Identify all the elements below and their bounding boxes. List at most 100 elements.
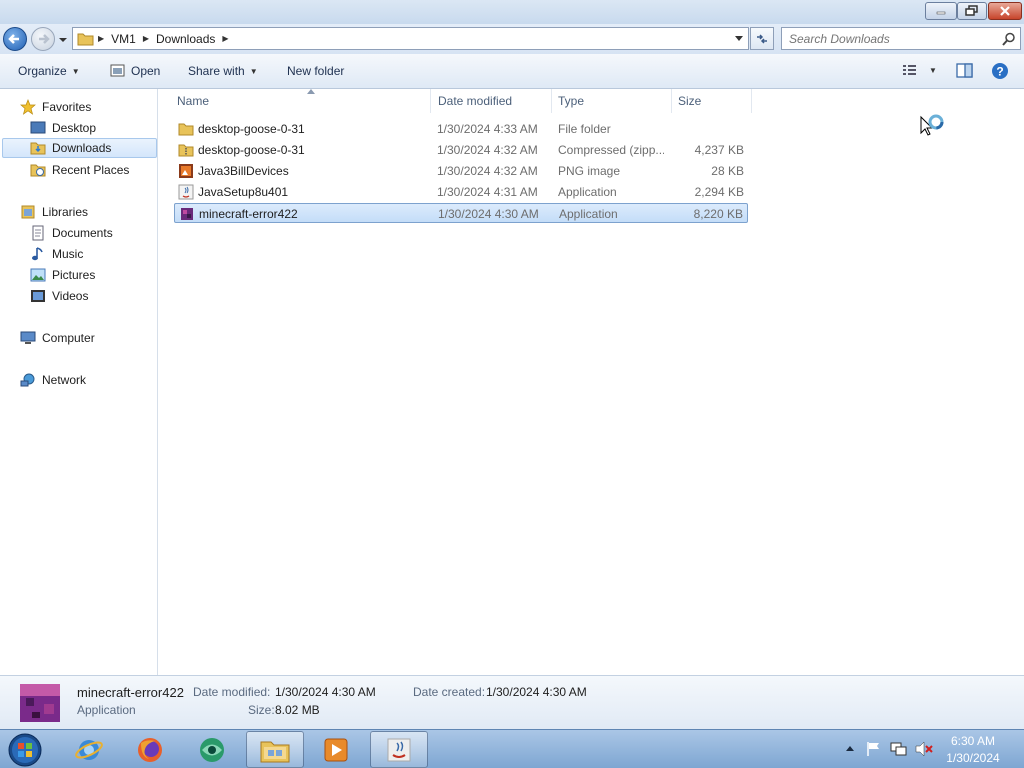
column-header-date-modified[interactable]: Date modified: [432, 89, 552, 113]
file-type: Application: [558, 185, 617, 199]
file-size: 8,220 KB: [693, 207, 743, 221]
breadcrumb-downloads[interactable]: Downloads: [152, 32, 219, 46]
address-bar[interactable]: ▶ VM1 ▶ Downloads ▶: [72, 27, 749, 50]
breadcrumb-separator[interactable]: ▶: [219, 34, 231, 43]
column-header-label: Size: [678, 94, 702, 108]
media-player-icon: [324, 738, 348, 761]
breadcrumb-vm1[interactable]: VM1: [107, 32, 140, 46]
zip-folder-icon: [178, 144, 194, 157]
new-folder-button[interactable]: New folder: [287, 64, 344, 78]
command-bar: Organize ▼ Open Share with ▼ New folder ▼ …: [0, 54, 1024, 89]
nav-label: Videos: [52, 289, 89, 303]
taskbar-media-player[interactable]: [307, 731, 365, 768]
file-date: 1/30/2024 4:30 AM: [438, 207, 539, 221]
nav-pictures[interactable]: Pictures: [30, 265, 95, 285]
taskbar-firefox[interactable]: [121, 731, 179, 768]
nav-libraries[interactable]: Libraries: [20, 202, 88, 222]
file-row[interactable]: Java3BillDevices 1/30/2024 4:32 AM PNG i…: [174, 161, 748, 181]
nav-favorites[interactable]: Favorites: [20, 97, 91, 117]
file-row[interactable]: desktop-goose-0-31 1/30/2024 4:32 AM Com…: [174, 140, 748, 160]
nav-recent-places[interactable]: Recent Places: [30, 160, 129, 180]
file-name: Java3BillDevices: [198, 164, 289, 178]
taskbar-internet-explorer[interactable]: [60, 731, 118, 768]
image-icon: [179, 164, 193, 178]
minecraft-large-icon: [20, 684, 60, 722]
nav-videos[interactable]: Videos: [30, 286, 88, 306]
open-button[interactable]: Open: [110, 64, 160, 78]
sort-ascending-icon: [307, 89, 315, 94]
file-date: 1/30/2024 4:33 AM: [437, 122, 538, 136]
network-tray-icon[interactable]: [890, 741, 908, 757]
desktop-icon: [30, 121, 46, 134]
file-type: Compressed (zipp...: [558, 143, 664, 157]
recent-pages-chevron-down-icon[interactable]: [58, 35, 68, 45]
file-date: 1/30/2024 4:32 AM: [437, 164, 538, 178]
file-name: minecraft-error422: [199, 207, 298, 221]
breadcrumb-separator[interactable]: ▶: [95, 34, 107, 43]
taskbar-app[interactable]: [183, 731, 241, 768]
details-date-modified: 1/30/2024 4:30 AM: [275, 685, 376, 699]
preview-pane-icon: [956, 63, 973, 78]
share-with-button[interactable]: Share with ▼: [188, 64, 258, 78]
folder-icon: [178, 123, 194, 136]
nav-label: Network: [42, 373, 87, 387]
taskbar: 6:30 AM 1/30/2024: [0, 729, 1024, 768]
organize-button[interactable]: Organize ▼: [18, 64, 80, 78]
column-header-name[interactable]: Name: [171, 89, 431, 113]
help-button[interactable]: ?: [991, 62, 1009, 80]
file-date: 1/30/2024 4:32 AM: [437, 143, 538, 157]
nav-documents[interactable]: Documents: [30, 223, 113, 243]
chevron-down-icon: ▼: [929, 65, 937, 75]
details-size-label: Size:: [248, 703, 275, 717]
clock-time[interactable]: 6:30 AM: [936, 734, 1010, 748]
taskbar-java-setup[interactable]: [370, 731, 428, 768]
nav-desktop[interactable]: Desktop: [30, 118, 96, 138]
back-button[interactable]: [3, 27, 27, 51]
nav-label: Pictures: [52, 268, 96, 282]
java-icon: [387, 738, 411, 761]
file-row[interactable]: JavaSetup8u401 1/30/2024 4:31 AM Applica…: [174, 182, 748, 202]
volume-muted-icon[interactable]: [914, 741, 934, 757]
nav-computer[interactable]: Computer: [20, 328, 95, 348]
address-chevron-down-icon[interactable]: [734, 35, 744, 43]
preview-pane-button[interactable]: [956, 63, 973, 78]
file-name: desktop-goose-0-31: [198, 122, 305, 136]
start-button[interactable]: [6, 732, 44, 767]
restore-button[interactable]: [957, 2, 987, 20]
file-row-selected[interactable]: minecraft-error422 1/30/2024 4:30 AM App…: [174, 203, 748, 223]
forward-button[interactable]: [31, 27, 55, 51]
nav-label: Documents: [52, 226, 113, 240]
close-button[interactable]: [988, 2, 1022, 20]
action-center-flag-icon[interactable]: [865, 741, 883, 757]
file-size: 28 KB: [711, 164, 744, 178]
nav-downloads[interactable]: Downloads: [2, 138, 157, 158]
new-folder-label: New folder: [287, 64, 345, 78]
open-icon: [110, 64, 125, 77]
videos-icon: [31, 290, 45, 302]
organize-label: Organize: [18, 64, 67, 78]
nav-label: Favorites: [42, 100, 92, 114]
change-view-button[interactable]: ▼: [902, 63, 937, 77]
close-icon: [1000, 6, 1010, 16]
column-header-size[interactable]: Size: [672, 89, 752, 113]
restore-icon: [965, 5, 978, 16]
search-input[interactable]: [782, 28, 992, 49]
column-header-label: Name: [177, 94, 210, 108]
minimize-button[interactable]: [925, 2, 957, 20]
clock-date[interactable]: 1/30/2024: [936, 751, 1010, 765]
taskbar-windows-explorer[interactable]: [246, 731, 304, 768]
nav-network[interactable]: Network: [20, 370, 86, 390]
column-header-type[interactable]: Type: [552, 89, 672, 113]
file-row[interactable]: desktop-goose-0-31 1/30/2024 4:33 AM Fil…: [174, 119, 748, 139]
nav-music[interactable]: Music: [30, 244, 83, 264]
breadcrumb-separator[interactable]: ▶: [140, 34, 152, 43]
show-hidden-icons-chevron-up-icon[interactable]: [845, 744, 855, 754]
search-icon[interactable]: [1002, 32, 1016, 46]
file-type: File folder: [558, 122, 611, 136]
nav-label: Computer: [42, 331, 95, 345]
recent-places-icon: [30, 164, 46, 177]
search-box[interactable]: [781, 27, 1021, 50]
nav-label: Libraries: [42, 205, 89, 219]
column-header-label: Date modified: [438, 94, 513, 108]
refresh-button[interactable]: [750, 27, 774, 50]
